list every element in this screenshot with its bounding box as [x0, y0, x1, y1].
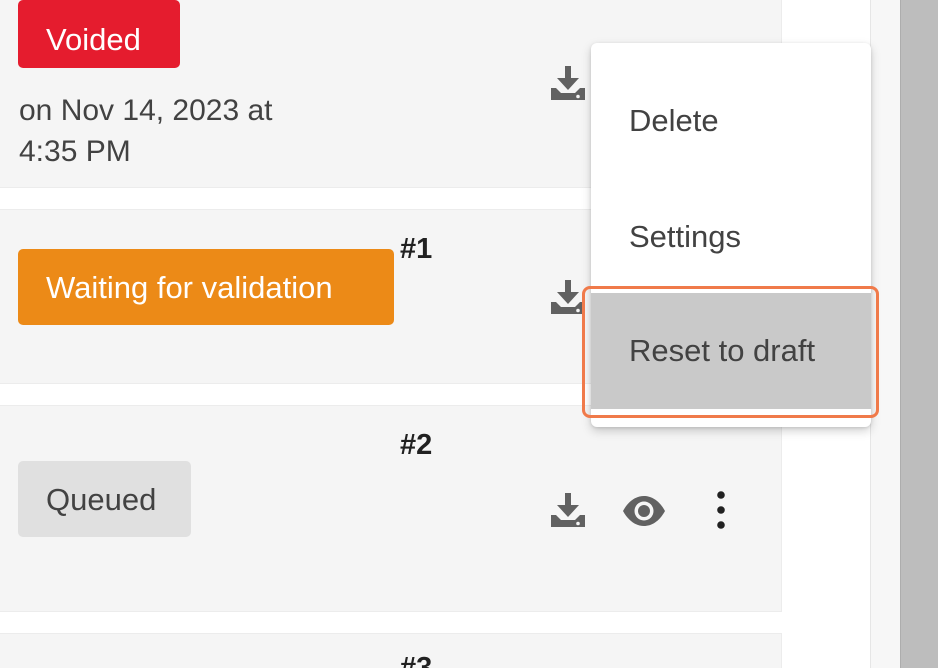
download-button[interactable] — [545, 487, 591, 533]
list-item — [0, 633, 782, 668]
date-text: on Nov 14, 2023 at 4:35 PM — [19, 94, 273, 168]
document-number: #3 — [400, 652, 433, 668]
document-number: #2 — [400, 429, 433, 461]
more-vertical-icon — [717, 491, 725, 529]
status-badge-voided: Voided — [18, 0, 180, 68]
menu-item-settings[interactable]: Settings — [591, 179, 871, 295]
download-button[interactable] — [545, 60, 591, 106]
download-icon — [551, 493, 585, 527]
status-badge-queued: Queued — [18, 461, 191, 537]
view-button[interactable] — [620, 489, 668, 533]
status-badge-waiting: Waiting for validation — [18, 249, 394, 325]
document-number: #1 — [400, 233, 433, 265]
menu-item-delete[interactable]: Delete — [591, 63, 871, 179]
scrollbar[interactable] — [900, 0, 938, 668]
download-icon — [551, 66, 585, 100]
eye-icon — [623, 496, 665, 526]
highlight-outline — [582, 286, 879, 418]
more-options-button[interactable] — [704, 487, 738, 533]
